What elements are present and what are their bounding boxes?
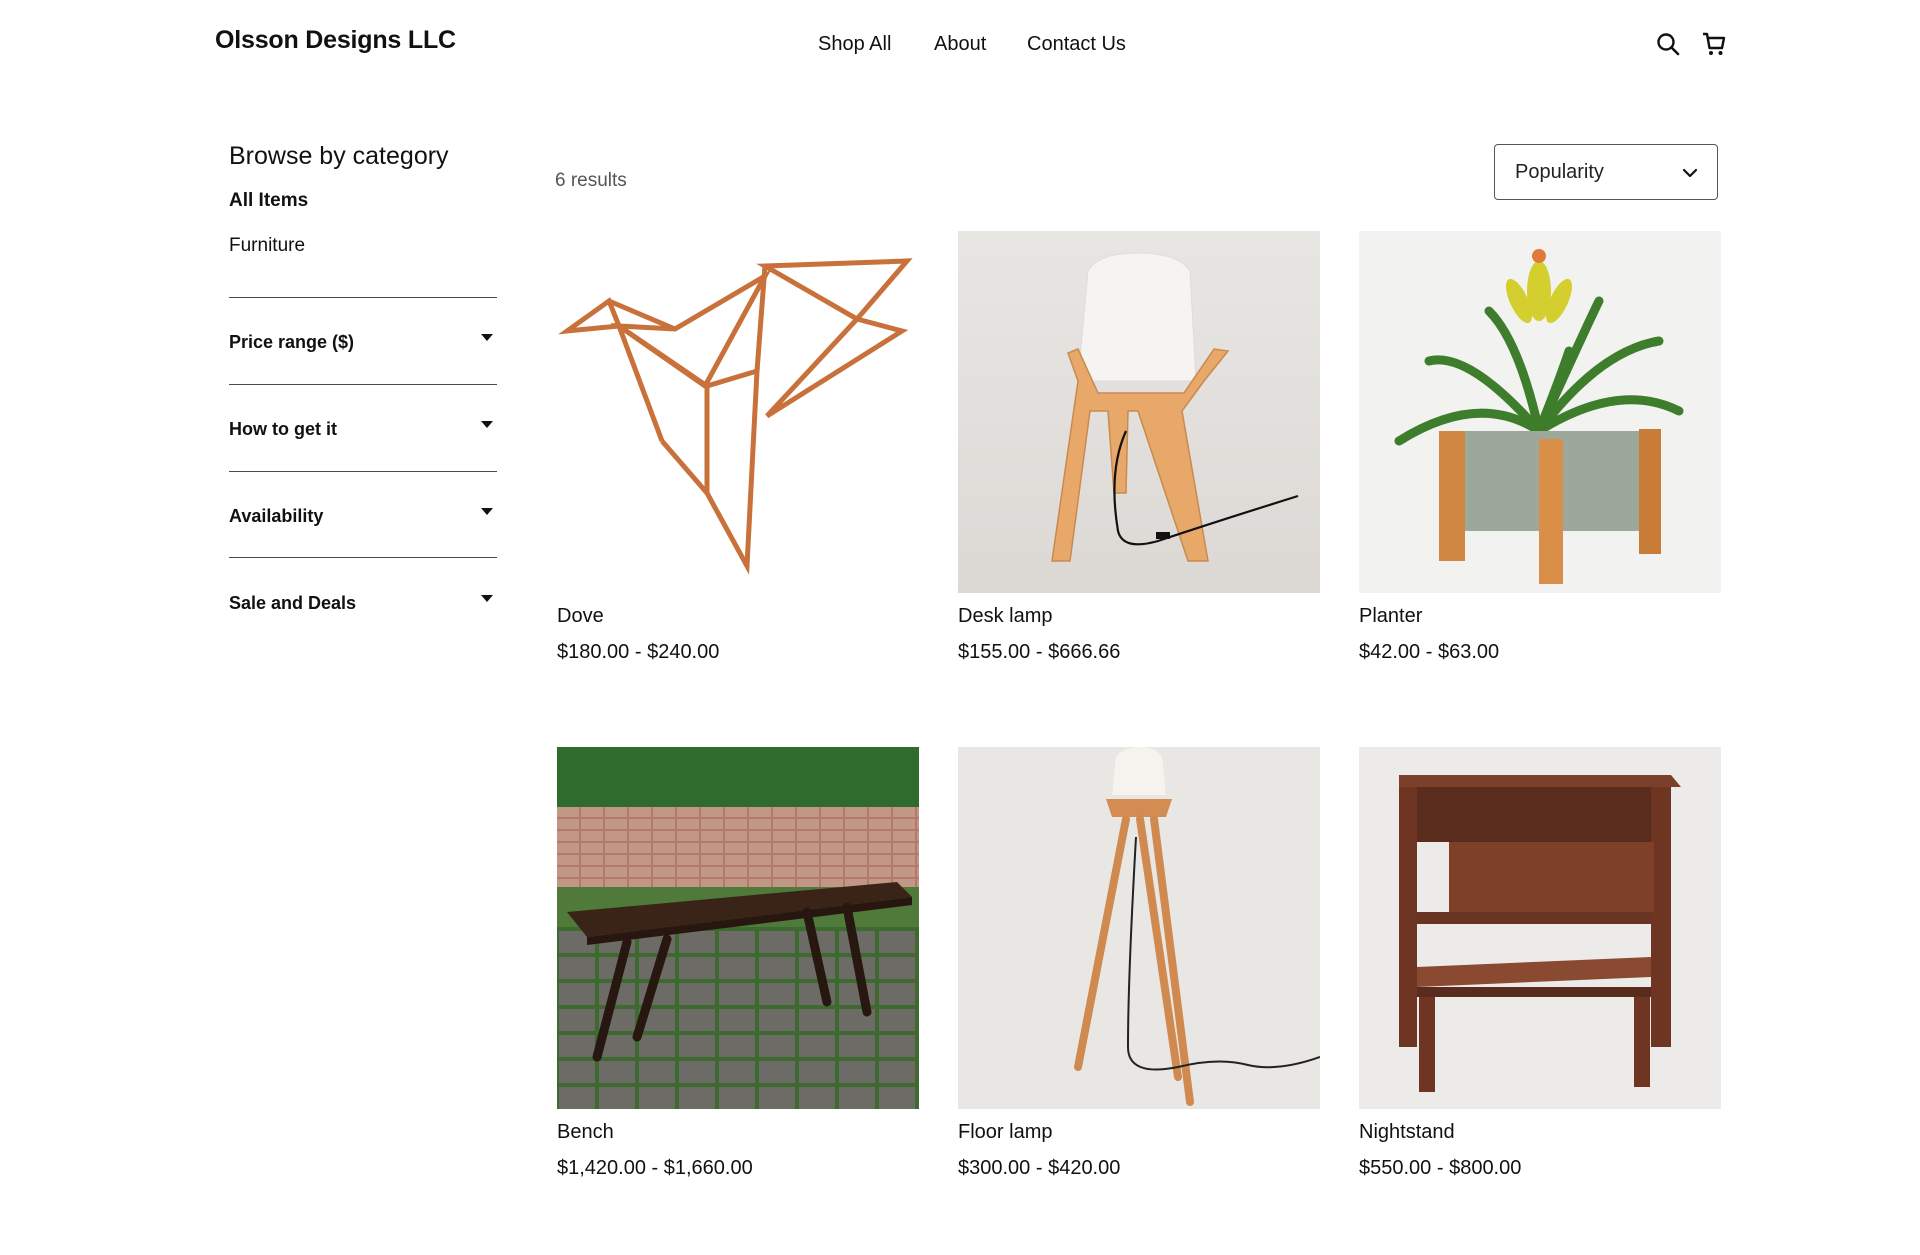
- filter-label: Price range ($): [229, 332, 355, 352]
- product-card-desk-lamp[interactable]: Desk lamp $155.00 - $666.66: [958, 231, 1320, 664]
- product-image-dove[interactable]: [557, 231, 919, 593]
- filter-availability[interactable]: Availability: [229, 498, 497, 538]
- filter-sale-and-deals[interactable]: Sale and Deals: [229, 585, 497, 625]
- product-name[interactable]: Dove: [557, 605, 919, 629]
- filter-label: Sale and Deals: [229, 593, 357, 613]
- product-image-desk-lamp[interactable]: [958, 231, 1320, 593]
- product-card-floor-lamp[interactable]: Floor lamp $300.00 - $420.00: [958, 747, 1320, 1180]
- filter-how-to-get-it[interactable]: How to get it: [229, 411, 497, 451]
- caret-down-icon: [481, 421, 493, 428]
- category-all-items[interactable]: All Items: [229, 190, 308, 212]
- cart-icon[interactable]: [1700, 30, 1728, 58]
- product-card-nightstand[interactable]: Nightstand $550.00 - $800.00: [1359, 747, 1721, 1180]
- product-image-bench[interactable]: [557, 747, 919, 1109]
- search-icon[interactable]: [1654, 30, 1682, 58]
- caret-down-icon: [481, 595, 493, 602]
- product-price: $42.00 - $63.00: [1359, 641, 1500, 663]
- filter-label: How to get it: [229, 419, 337, 439]
- divider: [229, 384, 497, 385]
- caret-down-icon: [481, 508, 493, 515]
- product-image-floor-lamp[interactable]: [958, 747, 1320, 1109]
- product-name[interactable]: Nightstand: [1359, 1121, 1721, 1145]
- nav-shop-all[interactable]: Shop All: [818, 33, 891, 56]
- nav-about[interactable]: About: [934, 33, 986, 56]
- product-name[interactable]: Planter: [1359, 605, 1721, 629]
- results-count: 6 results: [555, 170, 627, 191]
- product-card-planter[interactable]: Planter $42.00 - $63.00: [1359, 231, 1721, 664]
- product-price: $300.00 - $420.00: [958, 1157, 1121, 1179]
- divider: [229, 297, 497, 298]
- product-image-planter[interactable]: [1359, 231, 1721, 593]
- product-name[interactable]: Desk lamp: [958, 605, 1320, 629]
- product-name[interactable]: Floor lamp: [958, 1121, 1320, 1145]
- sort-selected-value: Popularity: [1515, 161, 1604, 183]
- category-furniture[interactable]: Furniture: [229, 235, 305, 257]
- filter-price-range[interactable]: Price range ($): [229, 324, 497, 364]
- product-price: $1,420.00 - $1,660.00: [557, 1157, 753, 1179]
- chevron-down-icon: [1682, 168, 1698, 178]
- brand-logo[interactable]: Olsson Designs LLC: [215, 26, 456, 55]
- nav-contact-us[interactable]: Contact Us: [1027, 33, 1126, 56]
- filter-label: Availability: [229, 506, 324, 526]
- sort-select[interactable]: Popularity: [1494, 144, 1718, 200]
- divider: [229, 471, 497, 472]
- caret-down-icon: [481, 334, 493, 341]
- product-image-nightstand[interactable]: [1359, 747, 1721, 1109]
- product-price: $180.00 - $240.00: [557, 641, 720, 663]
- product-card-dove[interactable]: Dove $180.00 - $240.00: [557, 231, 919, 664]
- product-name[interactable]: Bench: [557, 1121, 919, 1145]
- product-price: $155.00 - $666.66: [958, 641, 1121, 663]
- browse-by-category-heading: Browse by category: [229, 142, 449, 170]
- divider: [229, 557, 497, 558]
- product-price: $550.00 - $800.00: [1359, 1157, 1522, 1179]
- product-card-bench[interactable]: Bench $1,420.00 - $1,660.00: [557, 747, 919, 1180]
